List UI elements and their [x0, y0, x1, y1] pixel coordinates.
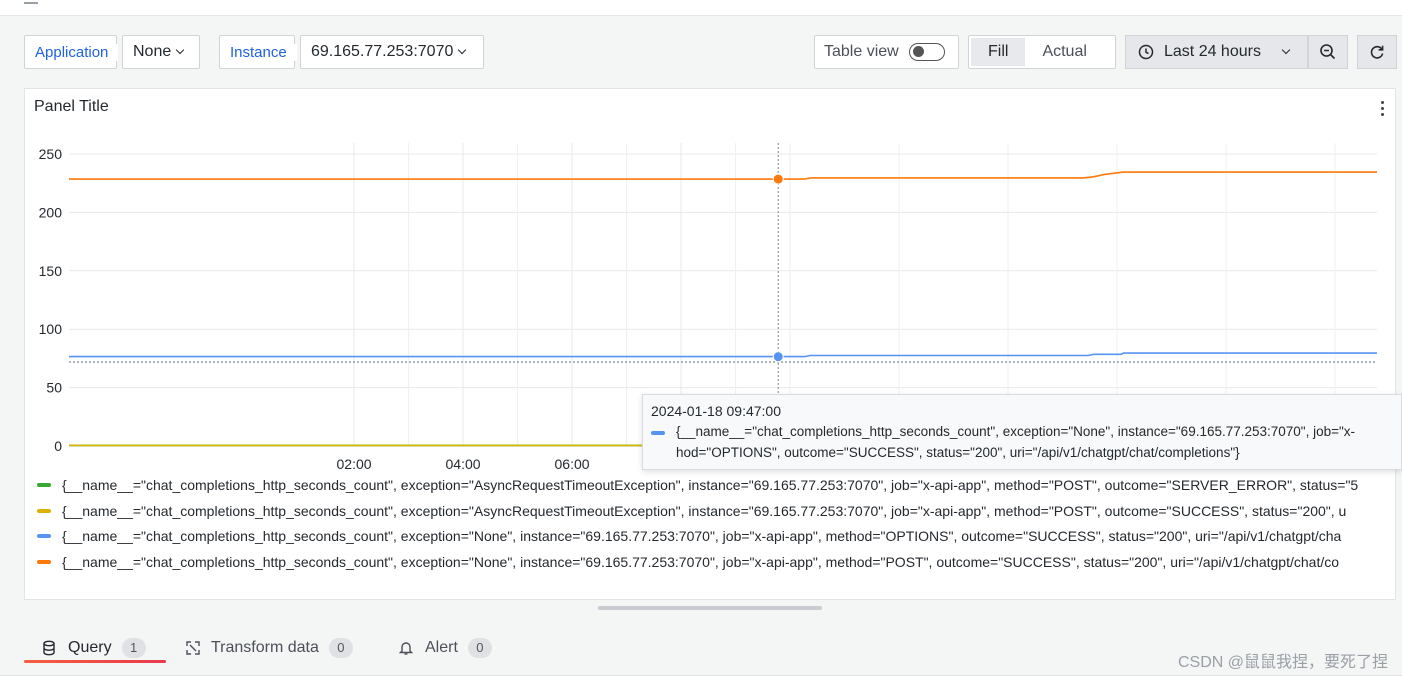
- tab-alert[interactable]: Alert 0: [399, 630, 492, 666]
- x-tick-label: 06:00: [555, 456, 590, 472]
- legend-item[interactable]: {__name__="chat_completions_http_seconds…: [37, 552, 1395, 572]
- hover-point: [772, 173, 784, 185]
- panel-resize-handle[interactable]: [598, 606, 822, 610]
- legend-swatch: [37, 534, 51, 538]
- legend-item[interactable]: {__name__="chat_completions_http_seconds…: [37, 526, 1395, 546]
- legend-item[interactable]: {__name__="chat_completions_http_seconds…: [37, 475, 1395, 495]
- series-line: [69, 352, 1377, 358]
- tooltip-series-line-2: hod="OPTIONS", outcome="SUCCESS", status…: [676, 445, 1240, 460]
- active-tab-indicator: [24, 660, 166, 663]
- tab-transform-data[interactable]: Transform data 0: [185, 630, 353, 666]
- series-line: [69, 171, 1377, 180]
- tooltip-series-line-1: {__name__="chat_completions_http_seconds…: [676, 424, 1356, 439]
- y-tick-label: 0: [54, 438, 62, 454]
- legend-swatch: [37, 483, 51, 487]
- legend-item[interactable]: {__name__="chat_completions_http_seconds…: [37, 501, 1395, 521]
- x-tick-label: 04:00: [446, 456, 481, 472]
- legend-swatch: [37, 560, 51, 564]
- y-tick-label: 250: [39, 146, 63, 162]
- y-tick-label: 100: [39, 321, 63, 337]
- x-tick-label: 02:00: [337, 456, 372, 472]
- tooltip-timestamp: 2024-01-18 09:47:00: [651, 403, 781, 419]
- database-icon: [43, 640, 55, 656]
- hover-point: [772, 351, 784, 363]
- y-tick-label: 50: [46, 380, 62, 396]
- bell-icon: [399, 642, 413, 655]
- chart-tooltip: 2024-01-18 09:47:00 {__name__="chat_comp…: [642, 394, 1402, 470]
- watermark: CSDN @鼠鼠我捏，要死了捏: [1177, 654, 1388, 671]
- tooltip-series-swatch: [651, 431, 665, 435]
- legend-swatch: [37, 509, 51, 513]
- transform-icon: [186, 641, 200, 655]
- y-tick-label: 150: [39, 263, 63, 279]
- y-tick-label: 200: [39, 204, 63, 220]
